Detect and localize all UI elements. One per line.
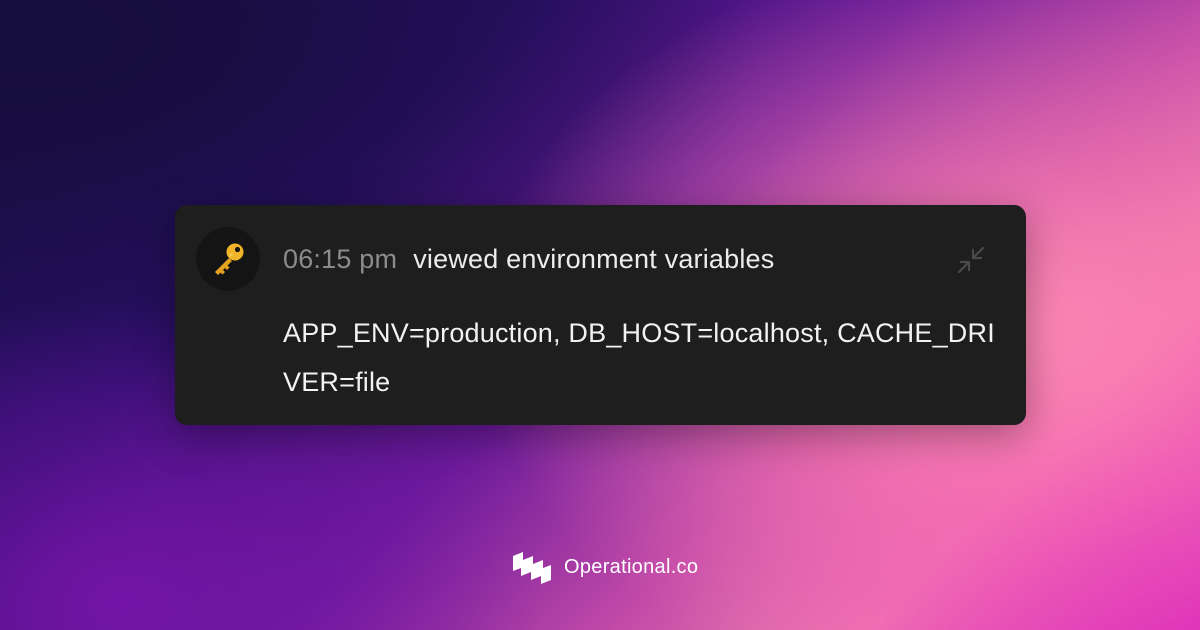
brand-footer[interactable]: Operational.co: [512, 547, 698, 587]
event-header: 06:15 pm viewed environment variables: [283, 241, 774, 277]
event-action: viewed environment variables: [413, 243, 775, 274]
event-details: APP_ENV=production, DB_HOST=localhost, C…: [283, 318, 995, 397]
event-card: 06:15 pm viewed environment variables AP…: [175, 205, 1026, 425]
event-avatar: [196, 227, 260, 291]
collapse-arrows-icon: [957, 246, 985, 274]
operational-logo-icon: [513, 552, 551, 584]
event-time: 06:15 pm: [283, 243, 398, 274]
collapse-button[interactable]: [952, 241, 990, 279]
brand-name: Operational.co: [564, 555, 699, 578]
key-icon: [215, 243, 244, 275]
